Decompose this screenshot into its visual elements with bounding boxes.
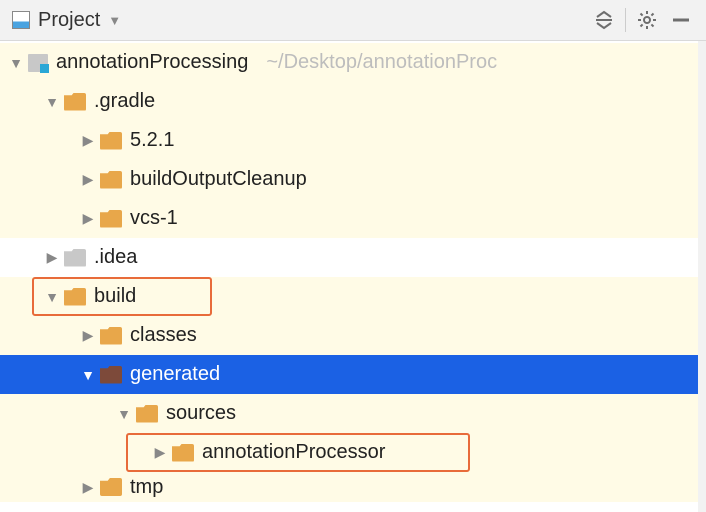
module-icon <box>28 54 48 72</box>
item-label: build <box>94 285 136 308</box>
tree-item-build-output-cleanup[interactable]: buildOutputCleanup <box>0 160 706 199</box>
tree-item-tmp[interactable]: tmp <box>0 472 706 502</box>
item-label: sources <box>166 402 236 425</box>
folder-icon <box>100 132 122 150</box>
expand-arrow-icon[interactable] <box>80 479 96 496</box>
hide-panel-icon[interactable] <box>664 3 698 37</box>
project-tree: annotationProcessing ~/Desktop/annotatio… <box>0 41 706 502</box>
folder-icon <box>64 288 86 306</box>
dropdown-arrow-icon[interactable]: ▼ <box>108 13 121 28</box>
folder-icon <box>100 366 122 384</box>
vertical-scrollbar[interactable] <box>698 41 706 512</box>
item-label: classes <box>130 324 197 347</box>
toolbar-separator <box>625 8 626 32</box>
tree-item-gradle-version[interactable]: 5.2.1 <box>0 121 706 160</box>
folder-icon <box>100 478 122 496</box>
folder-icon <box>64 249 86 267</box>
expand-arrow-icon[interactable] <box>80 367 96 383</box>
expand-arrow-icon[interactable] <box>152 444 168 461</box>
folder-icon <box>136 405 158 423</box>
expand-arrow-icon[interactable] <box>44 289 60 305</box>
item-label: .idea <box>94 246 137 269</box>
tree-item-annotation-processor[interactable]: annotationProcessor <box>0 433 706 472</box>
root-path: ~/Desktop/annotationProc <box>266 51 497 74</box>
gear-icon[interactable] <box>630 3 664 37</box>
tree-item-classes[interactable]: classes <box>0 316 706 355</box>
project-title-group[interactable]: Project ▼ <box>12 9 587 32</box>
folder-icon <box>172 444 194 462</box>
item-label: 5.2.1 <box>130 129 174 152</box>
expand-arrow-icon[interactable] <box>80 132 96 149</box>
expand-arrow-icon[interactable] <box>116 406 132 422</box>
item-label: .gradle <box>94 90 155 113</box>
expand-arrow-icon[interactable] <box>80 210 96 227</box>
expand-arrow-icon[interactable] <box>44 94 60 110</box>
item-label: tmp <box>130 476 163 499</box>
item-label: generated <box>130 363 220 386</box>
tree-item-gradle[interactable]: .gradle <box>0 82 706 121</box>
item-label: annotationProcessor <box>202 441 385 464</box>
folder-icon <box>64 93 86 111</box>
scroll-from-source-icon[interactable] <box>587 3 621 37</box>
project-window-icon <box>12 11 30 29</box>
tree-root[interactable]: annotationProcessing ~/Desktop/annotatio… <box>0 43 706 82</box>
item-label: buildOutputCleanup <box>130 168 307 191</box>
project-title: Project <box>38 9 100 32</box>
item-label: vcs-1 <box>130 207 178 230</box>
expand-arrow-icon[interactable] <box>80 171 96 188</box>
tree-item-generated[interactable]: generated <box>0 355 706 394</box>
tree-item-sources[interactable]: sources <box>0 394 706 433</box>
folder-icon <box>100 171 122 189</box>
expand-arrow-icon[interactable] <box>8 55 24 71</box>
folder-icon <box>100 210 122 228</box>
expand-arrow-icon[interactable] <box>44 249 60 266</box>
root-label: annotationProcessing <box>56 51 248 74</box>
tree-item-vcs[interactable]: vcs-1 <box>0 199 706 238</box>
folder-icon <box>100 327 122 345</box>
tree-item-idea[interactable]: .idea <box>0 238 706 277</box>
expand-arrow-icon[interactable] <box>80 327 96 344</box>
tree-item-build[interactable]: build <box>0 277 706 316</box>
project-toolbar: Project ▼ <box>0 0 706 41</box>
